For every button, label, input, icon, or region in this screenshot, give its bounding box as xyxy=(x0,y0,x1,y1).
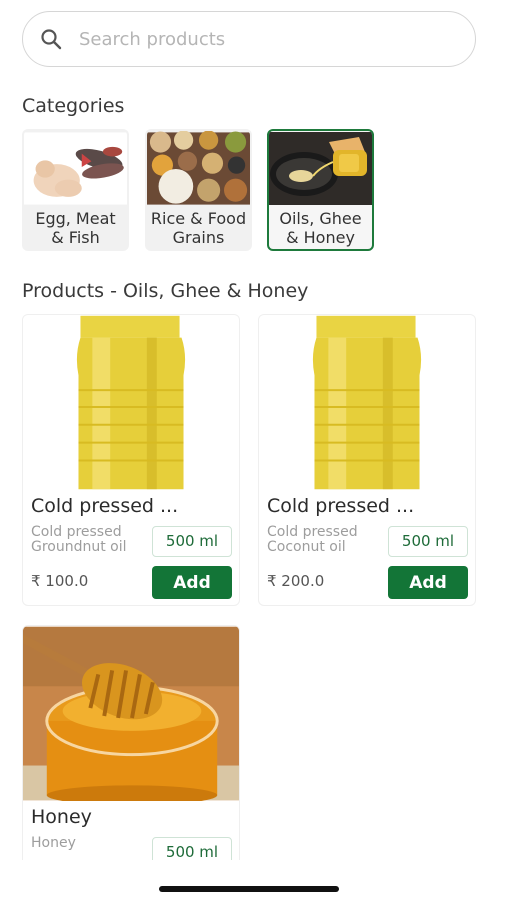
product-price: ₹ 200.0 xyxy=(267,572,325,590)
product-name: Honey xyxy=(31,806,92,828)
search-input[interactable] xyxy=(79,28,439,50)
category-egg-meat-fish[interactable]: Egg, Meat & Fish xyxy=(22,129,129,251)
rice-food-grains-image xyxy=(147,131,250,205)
add-button[interactable]: Add xyxy=(388,566,468,599)
category-rice-food-grains[interactable]: Rice & Food Grains xyxy=(145,129,252,251)
product-description: Honey xyxy=(31,835,76,851)
product-name: Cold pressed ... xyxy=(31,495,179,517)
products-title: Products - Oils, Ghee & Honey xyxy=(22,280,309,302)
product-card[interactable]: Honey Honey 500 ml xyxy=(22,625,240,860)
product-description: Cold pressed Groundnut oil xyxy=(31,524,127,555)
search-icon xyxy=(41,29,62,50)
product-name: Cold pressed ... xyxy=(267,495,415,517)
product-card[interactable]: Cold pressed ... Cold pressed Groundnut … xyxy=(22,314,240,606)
home-indicator xyxy=(159,886,339,892)
size-selector[interactable]: 500 ml xyxy=(152,526,232,557)
honey-image xyxy=(23,626,239,801)
size-selector[interactable]: 500 ml xyxy=(152,837,232,860)
add-button[interactable]: Add xyxy=(152,566,232,599)
oils-ghee-honey-image xyxy=(269,132,372,205)
product-description: Cold pressed Coconut oil xyxy=(267,524,358,555)
category-label: Oils, Ghee & Honey xyxy=(279,209,362,247)
product-card[interactable]: Cold pressed ... Cold pressed Coconut oi… xyxy=(258,314,476,606)
oil-bottle-image xyxy=(23,315,239,490)
category-label: Egg, Meat & Fish xyxy=(35,209,116,247)
egg-meat-fish-image xyxy=(24,132,127,205)
product-price: ₹ 100.0 xyxy=(31,572,89,590)
category-label: Rice & Food Grains xyxy=(150,209,247,247)
oil-bottle-image xyxy=(259,315,475,490)
category-oils-ghee-honey[interactable]: Oils, Ghee & Honey xyxy=(267,129,374,251)
search-bar[interactable] xyxy=(22,11,476,67)
size-selector[interactable]: 500 ml xyxy=(388,526,468,557)
categories-title: Categories xyxy=(22,95,125,117)
